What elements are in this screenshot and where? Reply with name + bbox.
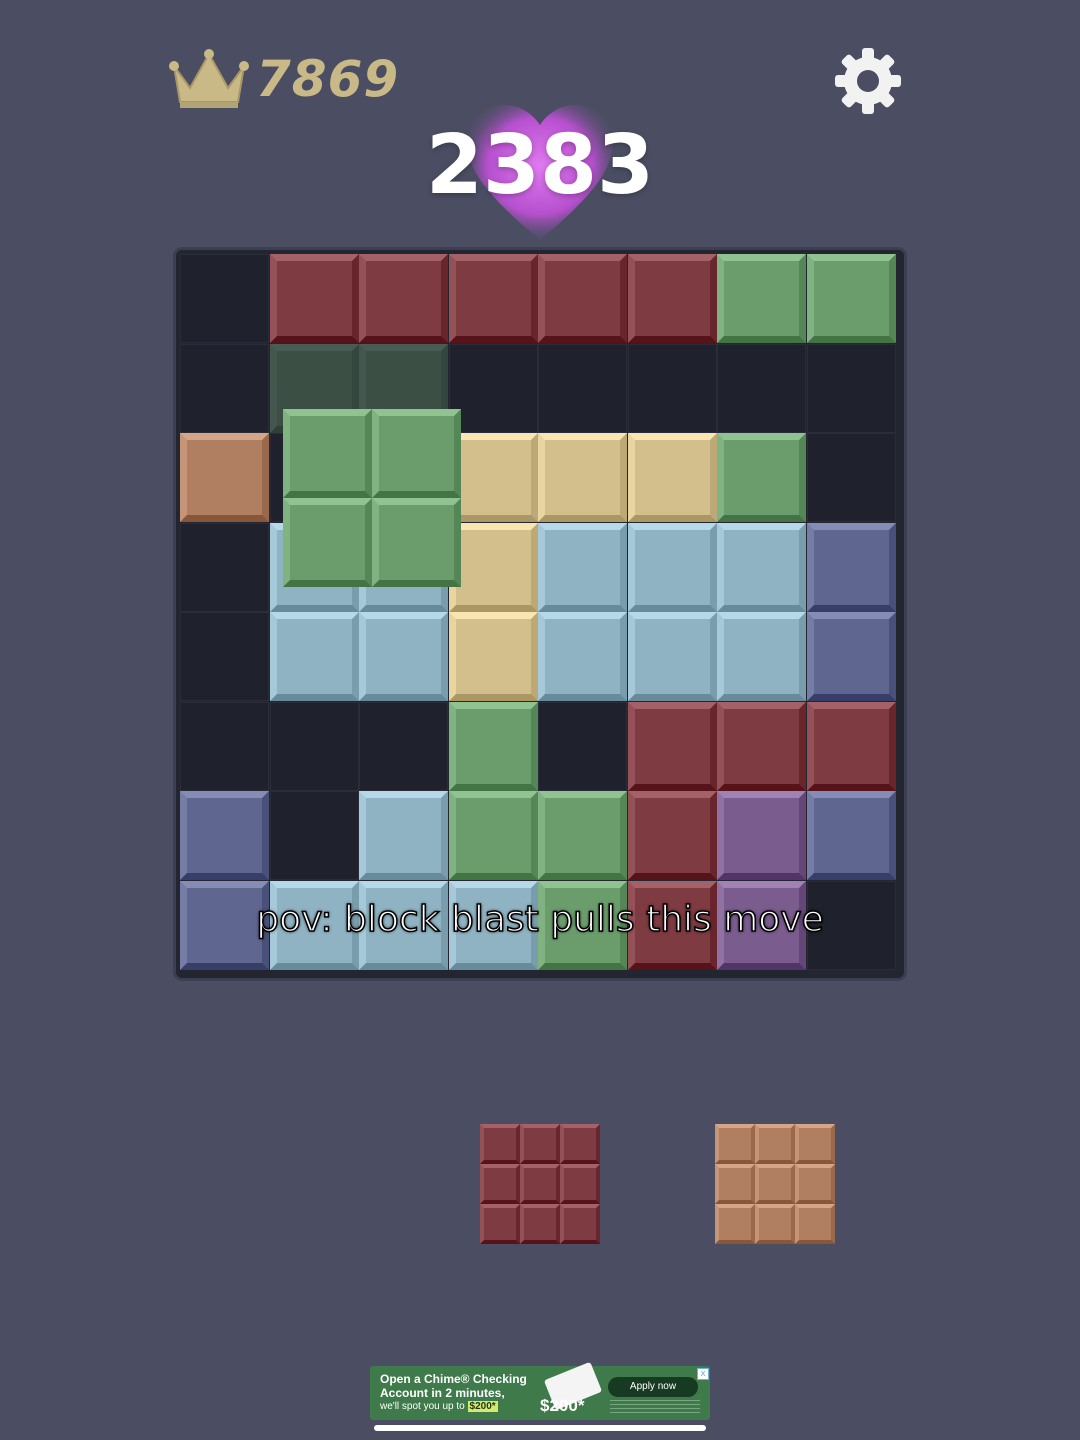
crown-icon <box>169 49 249 108</box>
tray-piece-block <box>715 1124 755 1164</box>
board-block <box>717 612 806 701</box>
ad-line-3: we'll spot you up to $200* <box>380 1400 550 1414</box>
board-block <box>806 701 896 791</box>
empty-cell <box>448 343 538 433</box>
dragged-piece[interactable] <box>283 409 461 587</box>
board-block <box>717 701 806 791</box>
empty-cell <box>269 791 359 880</box>
board-block <box>717 254 806 343</box>
empty-cell <box>717 343 806 433</box>
empty-cell <box>269 701 359 791</box>
empty-cell <box>180 701 269 791</box>
empty-cell <box>180 612 269 701</box>
board-block <box>627 254 717 343</box>
tray-piece-2[interactable] <box>715 1124 837 1246</box>
board-block <box>806 612 896 701</box>
empty-cell <box>180 343 269 433</box>
board-block <box>627 522 717 612</box>
board-block <box>359 612 448 701</box>
board-block <box>717 522 806 612</box>
ad-line-1: Open a Chime® Checking <box>380 1372 527 1386</box>
tray-piece-block <box>795 1204 835 1244</box>
board-block <box>269 254 359 343</box>
board-block <box>627 433 717 522</box>
tray-piece-block <box>755 1164 795 1204</box>
board-block <box>359 254 448 343</box>
apply-now-button[interactable]: Apply now <box>608 1377 698 1397</box>
ad-amount: $200* <box>467 1401 498 1412</box>
board-block <box>448 522 538 612</box>
tray-piece-block <box>560 1164 600 1204</box>
tray-piece-block <box>480 1204 520 1244</box>
empty-cell <box>180 522 269 612</box>
board-block <box>806 522 896 612</box>
best-score-value: 7869 <box>256 50 400 108</box>
board-block <box>717 433 806 522</box>
dragged-piece-block <box>283 498 372 587</box>
dragged-piece-block <box>372 409 461 498</box>
tray-piece-1[interactable] <box>480 1124 602 1246</box>
board-block <box>538 254 627 343</box>
board-block <box>806 254 896 343</box>
board-block <box>538 433 627 522</box>
board-block <box>359 791 448 880</box>
dragged-piece-block <box>372 498 461 587</box>
tray-piece-block <box>755 1124 795 1164</box>
board-block <box>180 791 269 880</box>
empty-cell <box>538 343 627 433</box>
board-block <box>448 791 538 880</box>
tray-piece-block <box>755 1204 795 1244</box>
ad-line-2: Account in 2 minutes, <box>380 1386 505 1400</box>
board-block <box>627 791 717 880</box>
board-block <box>806 791 896 880</box>
tray-piece-block <box>520 1124 560 1164</box>
tray-piece-block <box>520 1164 560 1204</box>
board-block <box>538 612 627 701</box>
board-block <box>538 791 627 880</box>
empty-cell <box>180 254 269 343</box>
empty-cell <box>806 433 896 522</box>
tray-piece-block <box>715 1204 755 1244</box>
board-block <box>538 522 627 612</box>
tray-piece-block <box>480 1164 520 1204</box>
close-icon[interactable]: x <box>697 1368 709 1380</box>
board-block <box>448 612 538 701</box>
ad-big-amount: $200* <box>540 1396 585 1415</box>
tray-piece-block <box>795 1164 835 1204</box>
tray-piece-block <box>520 1204 560 1244</box>
board-block <box>717 791 806 880</box>
ad-fine-print <box>610 1400 700 1416</box>
empty-cell <box>806 343 896 433</box>
tray-piece-block <box>560 1204 600 1244</box>
tray-piece-block <box>560 1124 600 1164</box>
tray-piece-block <box>480 1124 520 1164</box>
gear-icon[interactable] <box>833 46 903 116</box>
tray-piece-block <box>795 1124 835 1164</box>
empty-cell <box>359 701 448 791</box>
board-block <box>180 433 269 522</box>
home-indicator[interactable] <box>374 1425 706 1431</box>
ad-line-3-text: we'll spot you up to <box>380 1401 465 1412</box>
ad-headline: Open a Chime® Checking Account in 2 minu… <box>380 1372 550 1414</box>
tray-piece-block <box>715 1164 755 1204</box>
best-score-display: 7869 <box>168 44 399 114</box>
game-board[interactable] <box>176 250 904 978</box>
board-block <box>627 612 717 701</box>
empty-cell <box>627 343 717 433</box>
empty-cell <box>538 701 627 791</box>
board-block <box>269 612 359 701</box>
board-block <box>448 254 538 343</box>
video-caption: pov: block blast pulls this move <box>255 899 824 941</box>
dragged-piece-block <box>283 409 372 498</box>
current-score: 2383 <box>425 118 655 213</box>
board-block <box>448 433 538 522</box>
board-block <box>448 701 538 791</box>
board-block <box>627 701 717 791</box>
